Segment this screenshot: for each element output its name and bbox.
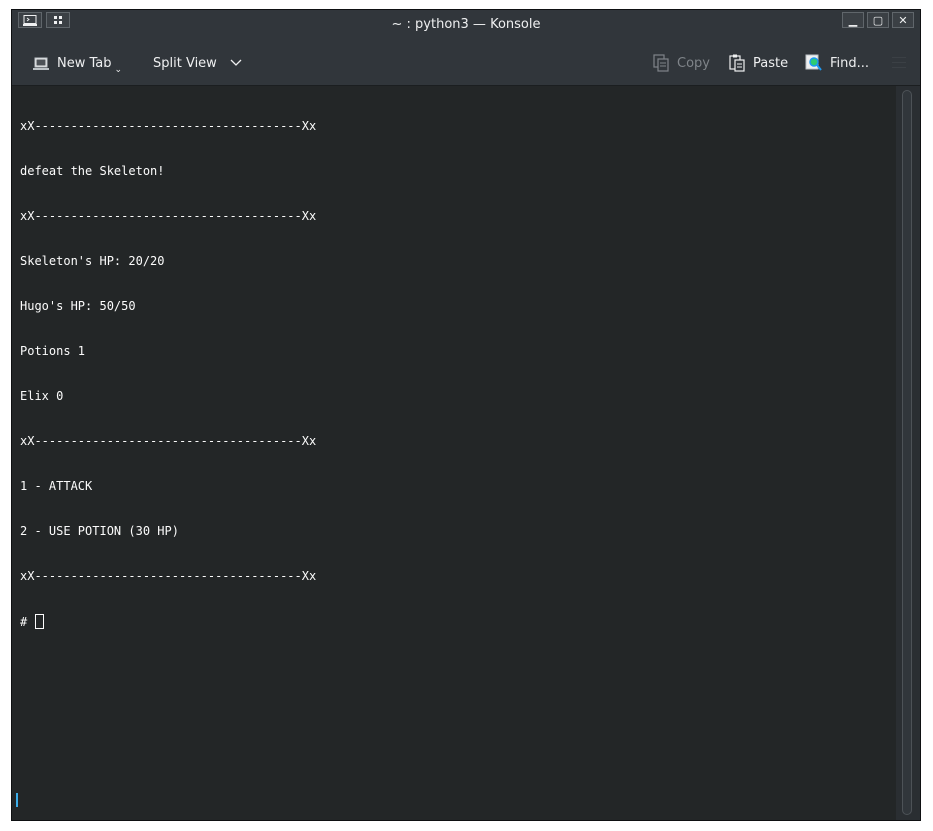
terminal-line: xX-------------------------------------X…	[20, 119, 317, 133]
find-button[interactable]: Find...	[805, 41, 869, 85]
copy-label: Copy	[677, 55, 710, 71]
paste-button[interactable]: Paste	[728, 41, 788, 85]
split-view-label: Split View	[153, 55, 217, 71]
terminal-line: xX-------------------------------------X…	[20, 434, 317, 448]
new-tab-icon	[33, 57, 49, 70]
terminal-view[interactable]: xX-------------------------------------X…	[12, 86, 898, 820]
terminal-line: Hugo's HP: 50/50	[20, 299, 136, 313]
find-label: Find...	[830, 55, 870, 71]
chevron-down-icon	[230, 59, 242, 66]
paste-label: Paste	[753, 55, 789, 71]
terminal-line: 1 - ATTACK	[20, 479, 93, 493]
terminal-line: Potions 1	[20, 344, 86, 358]
konsole-window: ~ : python3 — Konsole ▁ ▢ ✕ New Tab ⌄ Sp…	[11, 9, 921, 821]
copy-icon	[653, 54, 669, 72]
vertical-scrollbar[interactable]	[896, 86, 920, 820]
split-view-button[interactable]: Split View	[153, 41, 242, 85]
minimize-icon: ▁	[848, 13, 858, 27]
scrollbar-handle[interactable]	[902, 90, 912, 815]
new-tab-label: New Tab	[57, 55, 112, 71]
minimize-button[interactable]: ▁	[842, 12, 864, 28]
window-title: ~ : python3 — Konsole	[391, 17, 541, 32]
terminal-prompt-line[interactable]: #	[20, 614, 316, 629]
terminal-line: xX-------------------------------------X…	[20, 209, 317, 223]
find-icon	[805, 54, 822, 71]
terminal-line: 2 - USE POTION (30 HP)	[20, 524, 179, 538]
output-marker	[16, 793, 18, 807]
maximize-button[interactable]: ▢	[867, 12, 889, 28]
copy-button[interactable]: Copy	[652, 41, 710, 85]
terminal-line: defeat the Skeleton!	[20, 164, 165, 178]
text-cursor	[35, 614, 45, 629]
hamburger-menu-icon[interactable]	[892, 57, 906, 68]
toolbar: New Tab ⌄ Split View Copy Paste Find...	[12, 41, 920, 86]
terminal-line: Elix 0	[20, 389, 64, 403]
terminal-line: Skeleton's HP: 20/20	[20, 254, 165, 268]
paste-icon	[729, 54, 745, 72]
close-icon: ✕	[898, 13, 908, 27]
new-tab-button[interactable]: New Tab ⌄	[32, 41, 122, 85]
terminal-line: xX-------------------------------------X…	[20, 569, 317, 583]
shell-prompt: #	[20, 615, 35, 629]
maximize-icon: ▢	[872, 13, 884, 27]
close-button[interactable]: ✕	[892, 12, 914, 28]
chevron-down-icon: ⌄	[114, 65, 123, 75]
terminal-output: xX-------------------------------------X…	[20, 89, 316, 659]
title-bar[interactable]: ~ : python3 — Konsole ▁ ▢ ✕	[12, 10, 920, 41]
